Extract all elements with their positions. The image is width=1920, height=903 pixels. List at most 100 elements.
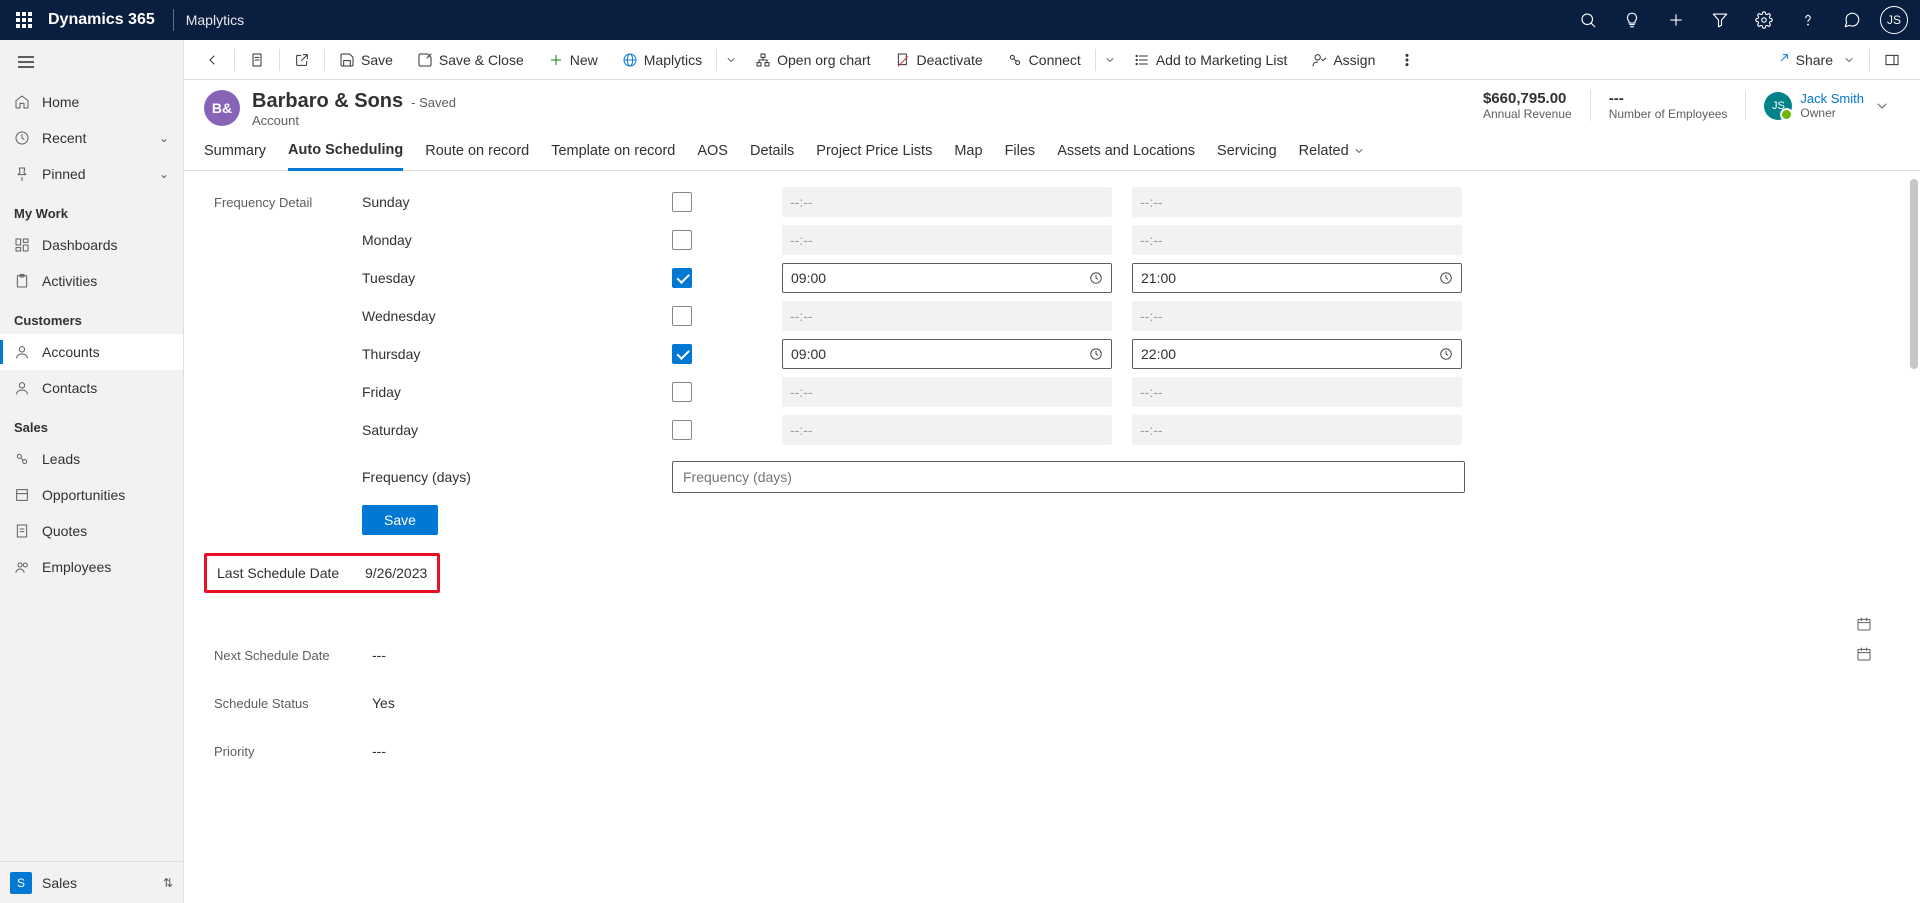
tab-related[interactable]: Related bbox=[1299, 142, 1365, 170]
popout-button[interactable] bbox=[282, 40, 322, 80]
new-button[interactable]: New bbox=[536, 40, 610, 80]
back-button[interactable] bbox=[192, 40, 232, 80]
save-close-button[interactable]: Save & Close bbox=[405, 40, 536, 80]
dashboard-icon bbox=[14, 237, 30, 253]
back-icon bbox=[204, 52, 220, 68]
header-expand[interactable] bbox=[1864, 98, 1900, 114]
day-row-fri: Friday--:----:-- bbox=[214, 373, 1890, 411]
record-tabs: Summary Auto Scheduling Route on record … bbox=[184, 128, 1920, 171]
nav-activities[interactable]: Activities bbox=[0, 263, 183, 299]
form-body: Frequency DetailSunday--:----:--Monday--… bbox=[184, 171, 1920, 903]
end-time-tue[interactable]: 21:00 bbox=[1132, 263, 1462, 293]
search-icon[interactable] bbox=[1566, 0, 1610, 40]
open-org-chart-button[interactable]: Open org chart bbox=[743, 40, 882, 80]
tab-summary[interactable]: Summary bbox=[204, 142, 266, 170]
owner-link[interactable]: Jack Smith bbox=[1800, 91, 1864, 106]
schedule-status-label: Schedule Status bbox=[214, 696, 372, 711]
form-selector[interactable] bbox=[237, 40, 277, 80]
tab-servicing[interactable]: Servicing bbox=[1217, 142, 1277, 170]
priority-value: --- bbox=[372, 743, 386, 759]
connect-split[interactable] bbox=[1098, 40, 1122, 80]
nav-dashboards[interactable]: Dashboards bbox=[0, 227, 183, 263]
tab-files[interactable]: Files bbox=[1005, 142, 1036, 170]
assistant-icon[interactable] bbox=[1830, 0, 1874, 40]
day-checkbox-fri[interactable] bbox=[672, 382, 692, 402]
settings-icon[interactable] bbox=[1742, 0, 1786, 40]
side-pane-button[interactable] bbox=[1872, 40, 1912, 80]
nav-opportunities[interactable]: Opportunities bbox=[0, 477, 183, 513]
start-time-wed: --:-- bbox=[782, 301, 1112, 331]
nav-pinned[interactable]: Pinned⌄ bbox=[0, 156, 183, 192]
end-time-thu[interactable]: 22:00 bbox=[1132, 339, 1462, 369]
scrollbar-thumb[interactable] bbox=[1910, 179, 1918, 369]
tab-assets[interactable]: Assets and Locations bbox=[1057, 142, 1195, 170]
day-checkbox-tue[interactable] bbox=[672, 268, 692, 288]
stat-revenue: $660,795.00Annual Revenue bbox=[1465, 90, 1590, 121]
tab-ppl[interactable]: Project Price Lists bbox=[816, 142, 932, 170]
nav-contacts[interactable]: Contacts bbox=[0, 370, 183, 406]
nav-home[interactable]: Home bbox=[0, 84, 183, 120]
nav-quotes[interactable]: Quotes bbox=[0, 513, 183, 549]
day-checkbox-sat[interactable] bbox=[672, 420, 692, 440]
panel-icon bbox=[1884, 52, 1900, 68]
cmd-label: Save & Close bbox=[439, 52, 524, 68]
maplytics-button[interactable]: Maplytics bbox=[610, 40, 714, 80]
cmd-label: Share bbox=[1796, 52, 1833, 68]
opportunity-icon bbox=[14, 487, 30, 503]
form-save-button[interactable]: Save bbox=[362, 505, 438, 535]
tab-details[interactable]: Details bbox=[750, 142, 794, 170]
nav-section-customers: Customers bbox=[0, 299, 183, 334]
nav-label: Pinned bbox=[42, 166, 86, 182]
connect-button[interactable]: Connect bbox=[995, 40, 1093, 80]
day-checkbox-sun[interactable] bbox=[672, 192, 692, 212]
tab-auto-scheduling[interactable]: Auto Scheduling bbox=[288, 142, 403, 171]
nav-toggle[interactable] bbox=[0, 40, 183, 84]
tab-map[interactable]: Map bbox=[954, 142, 982, 170]
save-button[interactable]: Save bbox=[327, 40, 405, 80]
start-time-thu[interactable]: 09:00 bbox=[782, 339, 1112, 369]
last-schedule-highlight: Last Schedule Date 9/26/2023 bbox=[204, 553, 440, 593]
tab-route[interactable]: Route on record bbox=[425, 142, 529, 170]
day-checkbox-mon[interactable] bbox=[672, 230, 692, 250]
overflow-button[interactable] bbox=[1387, 40, 1427, 80]
share-button[interactable]: Share bbox=[1762, 40, 1867, 80]
nav-leads[interactable]: Leads bbox=[0, 441, 183, 477]
day-row-sun: Frequency DetailSunday--:----:-- bbox=[214, 183, 1890, 221]
filter-icon[interactable] bbox=[1698, 0, 1742, 40]
pin-icon bbox=[14, 166, 30, 182]
start-time-tue[interactable]: 09:00 bbox=[782, 263, 1112, 293]
home-icon bbox=[14, 94, 30, 110]
app-name[interactable]: Maplytics bbox=[186, 12, 244, 28]
nav-recent[interactable]: Recent⌄ bbox=[0, 120, 183, 156]
save-close-icon bbox=[417, 52, 433, 68]
nav-employees[interactable]: Employees bbox=[0, 549, 183, 585]
tab-aos[interactable]: AOS bbox=[697, 142, 728, 170]
end-time-mon: --:-- bbox=[1132, 225, 1462, 255]
help-icon[interactable] bbox=[1786, 0, 1830, 40]
calendar-icon[interactable] bbox=[1856, 646, 1872, 665]
add-icon[interactable] bbox=[1654, 0, 1698, 40]
brand-label[interactable]: Dynamics 365 bbox=[48, 11, 155, 29]
day-checkbox-wed[interactable] bbox=[672, 306, 692, 326]
cmd-label: Add to Marketing List bbox=[1156, 52, 1288, 68]
add-to-marketing-button[interactable]: Add to Marketing List bbox=[1122, 40, 1300, 80]
cmd-label: Connect bbox=[1029, 52, 1081, 68]
frequency-input[interactable] bbox=[672, 461, 1465, 493]
tab-template[interactable]: Template on record bbox=[551, 142, 675, 170]
list-icon bbox=[1134, 52, 1150, 68]
nav-accounts[interactable]: Accounts bbox=[0, 334, 183, 370]
app-launcher[interactable] bbox=[0, 0, 48, 40]
user-avatar[interactable]: JS bbox=[1880, 6, 1908, 34]
calendar-icon[interactable] bbox=[1856, 616, 1872, 635]
lightbulb-icon[interactable] bbox=[1610, 0, 1654, 40]
day-checkbox-thu[interactable] bbox=[672, 344, 692, 364]
assign-button[interactable]: Assign bbox=[1299, 40, 1387, 80]
maplytics-split[interactable] bbox=[719, 40, 743, 80]
deactivate-button[interactable]: Deactivate bbox=[883, 40, 995, 80]
nav-label: Recent bbox=[42, 130, 86, 146]
assign-icon bbox=[1311, 52, 1327, 68]
end-time-sun: --:-- bbox=[1132, 187, 1462, 217]
start-time-sat: --:-- bbox=[782, 415, 1112, 445]
area-switcher[interactable]: S Sales ⇅ bbox=[0, 861, 183, 903]
clipboard-icon bbox=[14, 273, 30, 289]
